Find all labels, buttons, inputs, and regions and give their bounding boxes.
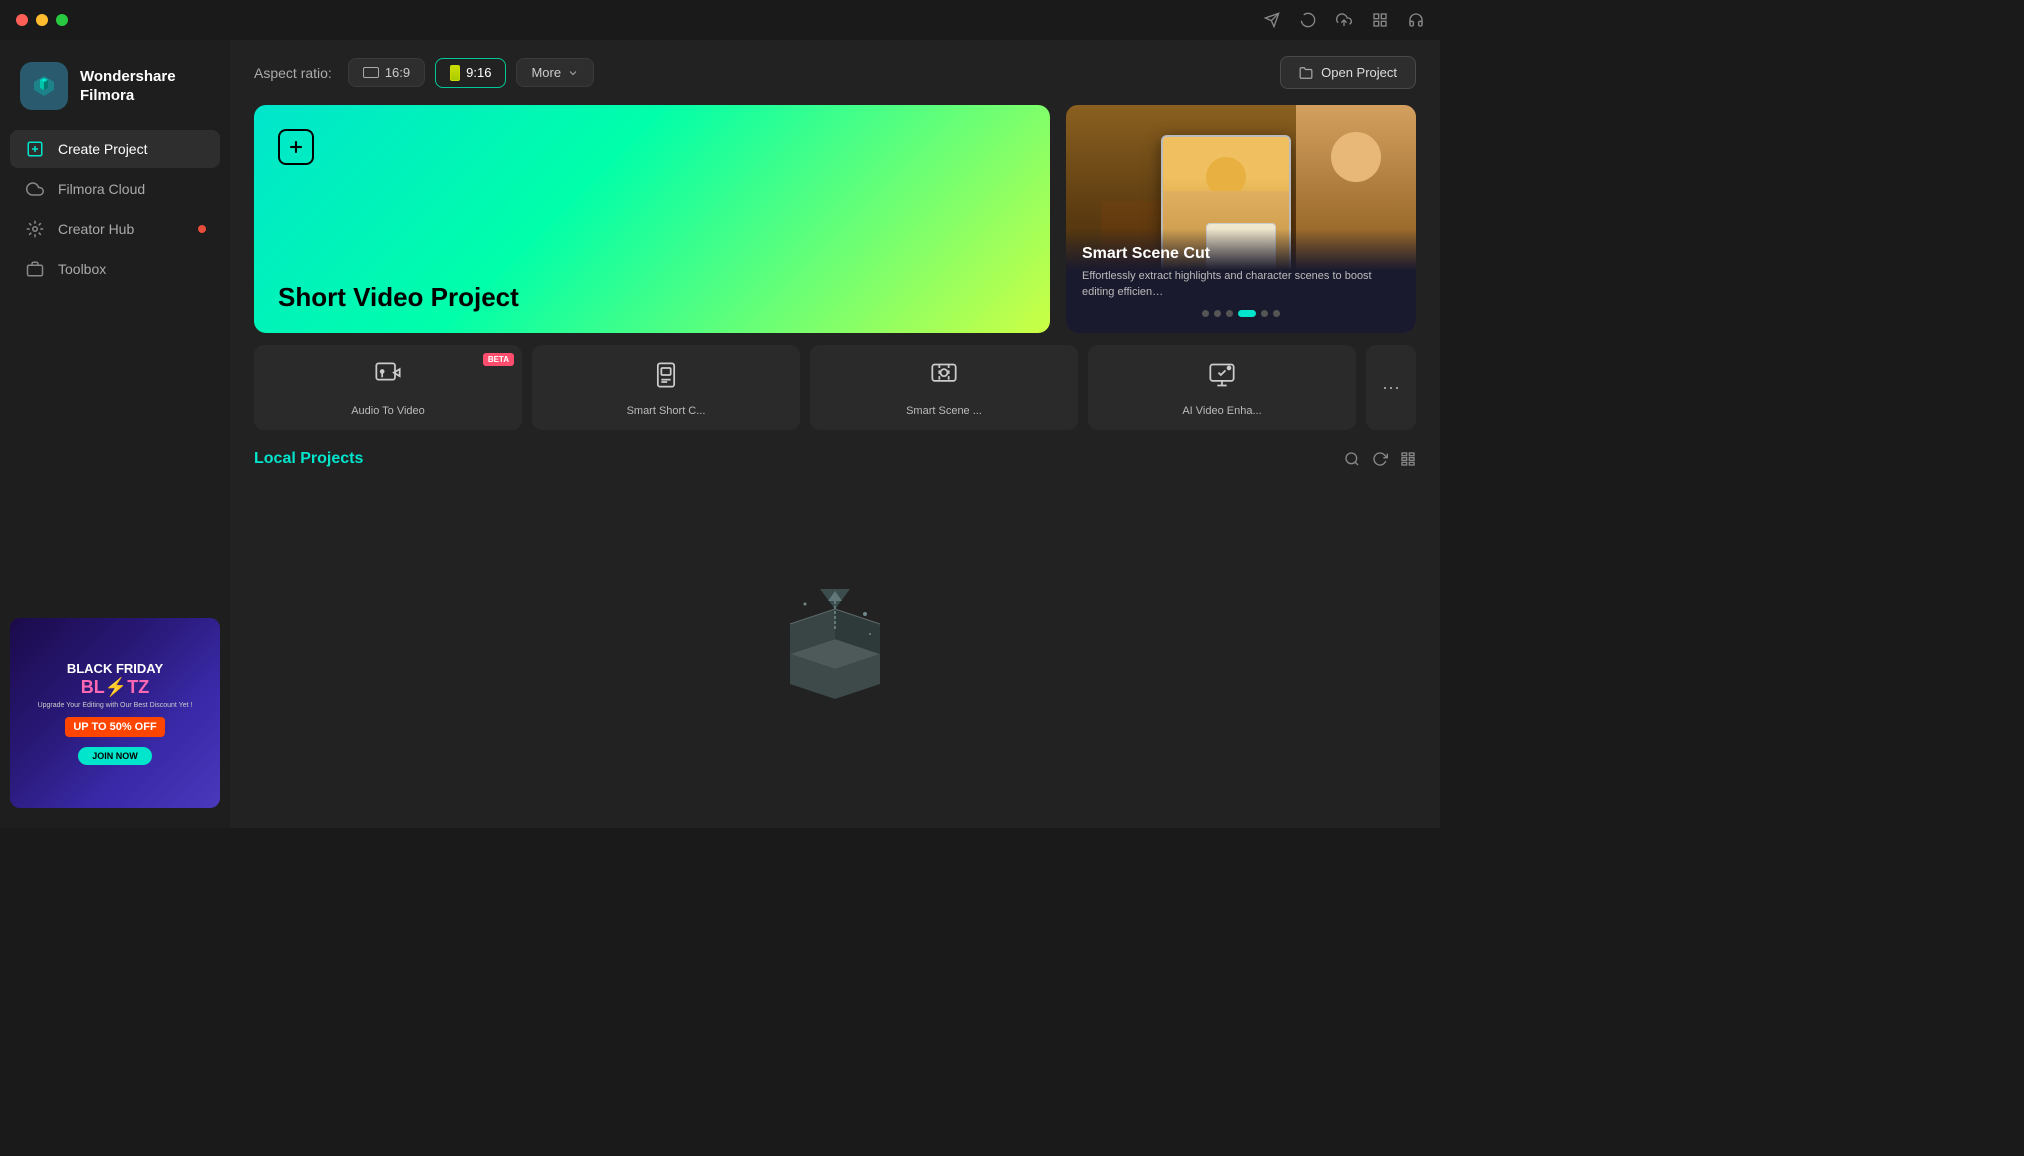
close-button[interactable]: [16, 14, 28, 26]
main-content: Aspect ratio: 16:9 9:16 More Open Projec…: [230, 40, 1440, 828]
titlebar: [0, 0, 1440, 40]
project-actions: [1344, 451, 1416, 467]
ad-title-line2: BL⚡TZ: [81, 677, 149, 698]
monitor-icon: [363, 67, 379, 78]
topbar: Aspect ratio: 16:9 9:16 More Open Projec…: [230, 40, 1440, 105]
cloud-icon: [24, 180, 46, 198]
sidebar-item-create-project[interactable]: Create Project: [10, 130, 220, 168]
sidebar-item-label: Create Project: [58, 141, 147, 157]
open-project-button[interactable]: Open Project: [1280, 56, 1416, 89]
search-projects-button[interactable]: [1344, 451, 1360, 467]
aspect-16-9-button[interactable]: 16:9: [348, 58, 425, 87]
promo-description: Effortlessly extract highlights and char…: [1082, 269, 1400, 300]
toolbox-icon: [24, 260, 46, 278]
window-controls: [16, 14, 68, 26]
promo-title: Smart Scene Cut: [1082, 245, 1400, 263]
beta-badge: BETA: [483, 353, 514, 366]
sidebar-item-label: Filmora Cloud: [58, 181, 145, 197]
sidebar-item-label: Toolbox: [58, 261, 106, 277]
local-projects-section: Local Projects: [230, 442, 1440, 478]
view-toggle-button[interactable]: [1400, 451, 1416, 467]
sidebar: Wondershare Filmora Create Project: [0, 40, 230, 828]
ai-video-enhance-label: AI Video Enha...: [1182, 404, 1261, 418]
smart-scene-cut-icon: [930, 361, 958, 396]
empty-state-illustration: [770, 579, 900, 728]
sidebar-nav: Create Project Filmora Cloud Creator: [0, 130, 230, 608]
tool-smart-short-cut[interactable]: Smart Short C...: [532, 345, 800, 430]
creator-hub-icon: [24, 220, 46, 238]
minimize-button[interactable]: [36, 14, 48, 26]
dot-2[interactable]: [1214, 310, 1221, 317]
hero-area: Short Video Project: [230, 105, 1440, 333]
send-icon[interactable]: [1264, 12, 1280, 28]
tool-ai-video-enhance[interactable]: AI Video Enha...: [1088, 345, 1356, 430]
ad-banner[interactable]: BLACK FRIDAY BL⚡TZ Upgrade Your Editing …: [10, 618, 220, 808]
upload-icon[interactable]: [1336, 12, 1352, 28]
dot-6[interactable]: [1273, 310, 1280, 317]
sidebar-item-label: Creator Hub: [58, 221, 134, 237]
add-icon: [278, 129, 314, 165]
loading-icon: [1300, 12, 1316, 28]
promo-card[interactable]: Smart Scene Cut Effortlessly extract hig…: [1066, 105, 1416, 333]
ai-video-enhance-icon: [1208, 361, 1236, 396]
app-logo: Wondershare Filmora: [0, 50, 230, 130]
refresh-projects-button[interactable]: [1372, 451, 1388, 467]
smart-short-cut-icon: [652, 361, 680, 396]
logo-icon: [20, 62, 68, 110]
maximize-button[interactable]: [56, 14, 68, 26]
dot-5[interactable]: [1261, 310, 1268, 317]
notification-badge: [198, 225, 206, 233]
ad-cta-button[interactable]: JOIN NOW: [78, 747, 152, 765]
ad-subtitle: Upgrade Your Editing with Our Best Disco…: [38, 702, 193, 709]
sidebar-item-creator-hub[interactable]: Creator Hub: [10, 210, 220, 248]
sidebar-item-filmora-cloud[interactable]: Filmora Cloud: [10, 170, 220, 208]
grid-icon[interactable]: [1372, 12, 1388, 28]
tool-smart-scene-cut[interactable]: Smart Scene ...: [810, 345, 1078, 430]
local-projects-title: Local Projects: [254, 450, 363, 468]
tools-row: BETA Audio To Video: [230, 333, 1440, 442]
hero-title: Short Video Project: [278, 282, 1026, 313]
titlebar-actions: [1264, 12, 1424, 28]
app-name: Wondershare Filmora: [80, 67, 176, 106]
more-button[interactable]: More: [516, 58, 594, 87]
tool-audio-to-video[interactable]: BETA Audio To Video: [254, 345, 522, 430]
more-tools-button[interactable]: ···: [1366, 345, 1416, 430]
mobile-icon: [450, 65, 460, 81]
smart-short-cut-label: Smart Short C...: [627, 404, 706, 418]
sidebar-item-toolbox[interactable]: Toolbox: [10, 250, 220, 288]
audio-to-video-icon: [374, 361, 402, 396]
audio-to-video-label: Audio To Video: [351, 404, 425, 418]
aspect-9-16-button[interactable]: 9:16: [435, 58, 506, 88]
dot-3[interactable]: [1226, 310, 1233, 317]
ad-title-line1: BLACK FRIDAY: [67, 661, 163, 677]
promo-carousel-dots: [1082, 310, 1400, 317]
dot-4[interactable]: [1238, 310, 1256, 317]
short-video-project-card[interactable]: Short Video Project: [254, 105, 1050, 333]
aspect-ratio-label: Aspect ratio:: [254, 65, 332, 81]
dot-1[interactable]: [1202, 310, 1209, 317]
smart-scene-cut-label: Smart Scene ...: [906, 404, 982, 418]
create-project-icon: [24, 140, 46, 158]
ad-discount: UP TO 50% OFF: [65, 717, 164, 737]
headphone-icon[interactable]: [1408, 12, 1424, 28]
promo-info: Smart Scene Cut Effortlessly extract hig…: [1066, 229, 1416, 333]
empty-projects-state: [230, 478, 1440, 828]
